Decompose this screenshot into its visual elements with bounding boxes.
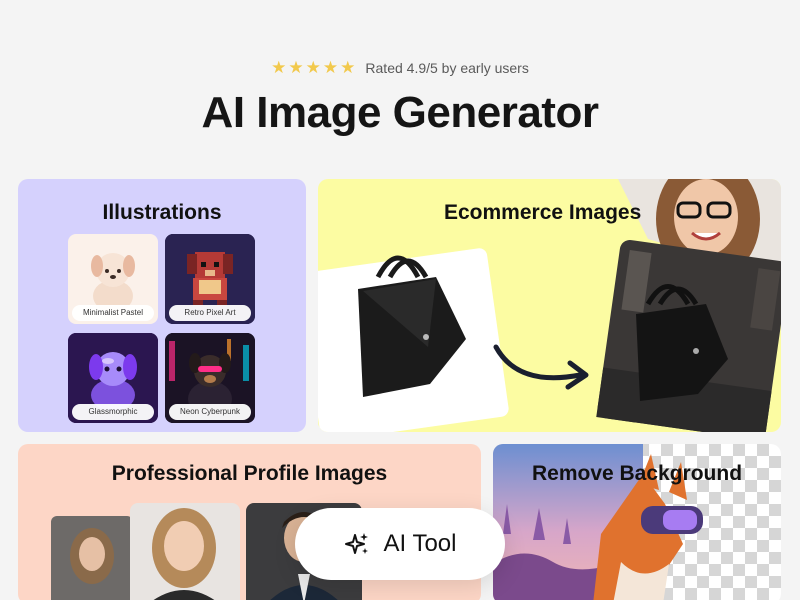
remove-background-card[interactable]: Remove Background	[493, 444, 781, 600]
card-title: Professional Profile Images	[111, 462, 388, 485]
style-tile-glassmorphic[interactable]: Glassmorphic	[68, 333, 158, 423]
tile-label: Neon Cyberpunk	[169, 404, 251, 420]
star-icon: ★	[322, 58, 339, 77]
rating-stars: ★ ★ ★ ★ ★	[271, 58, 355, 78]
tile-label: Minimalist Pastel	[72, 305, 154, 321]
star-icon: ★	[271, 58, 287, 77]
rating-text: Rated 4.9/5 by early users	[365, 60, 529, 76]
page-title: AI Image Generator	[201, 88, 599, 137]
card-title: Remove Background	[531, 462, 743, 485]
star-icon: ★	[288, 58, 304, 77]
ai-tool-button-label: AI Tool	[383, 530, 457, 557]
tile-label: Retro Pixel Art	[169, 305, 251, 321]
tile-label: Glassmorphic	[72, 404, 154, 420]
ecommerce-card[interactable]: Ecommerce Images	[318, 179, 781, 432]
style-tile-retro-pixel-art[interactable]: Retro Pixel Art	[165, 234, 255, 324]
star-icon: ★	[340, 58, 356, 77]
star-icon: ★	[305, 58, 321, 77]
sparkles-icon	[344, 533, 368, 554]
card-title: Illustrations	[102, 201, 222, 224]
card-title: Ecommerce Images	[444, 201, 642, 224]
rating-row: ★ ★ ★ ★ ★ Rated 4.9/5 by early users	[0, 58, 800, 78]
illustrations-card[interactable]: Illustrations Minimalist Pastel Retro Pi…	[18, 179, 306, 432]
ai-tool-button[interactable]: AI Tool	[295, 508, 505, 580]
style-tile-minimalist-pastel[interactable]: Minimalist Pastel	[68, 234, 158, 324]
style-tile-neon-cyberpunk[interactable]: Neon Cyberpunk	[165, 333, 255, 423]
